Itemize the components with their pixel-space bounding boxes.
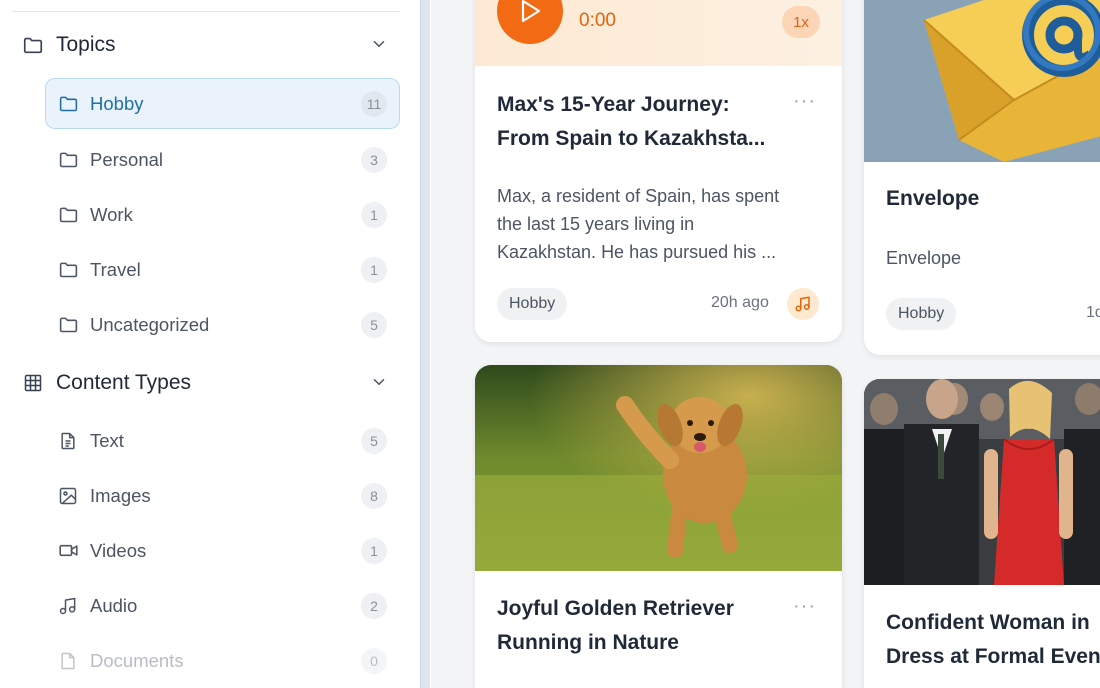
sidebar-item-label: Work [90,203,133,225]
sidebar-item-label: Uncategorized [90,313,210,335]
sidebar-item-label: Videos [90,539,147,561]
sidebar-item-label: Audio [90,594,138,616]
card-title: Confident Woman in Dress at Formal Even [886,606,1100,674]
topics-section-header[interactable]: Topics [22,25,400,65]
chevron-down-icon[interactable] [370,35,388,53]
card-title-line: Max's 15-Year Journey: [497,93,730,116]
card-description: Max, a resident of Spain, has spent the … [497,182,827,266]
document-text-icon [57,430,79,452]
folder-icon [57,204,79,226]
sidebar-item-videos[interactable]: Videos 1 [45,525,400,576]
folder-icon [57,314,79,336]
topics-label: Topics [56,33,116,56]
content-grid: 0:00 1x Max's 15-Year Journey: From Spai… [431,0,1100,688]
sidebar-item-label: Personal [90,148,164,170]
audio-card[interactable]: 0:00 1x Max's 15-Year Journey: From Spai… [475,0,842,342]
sidebar-item-text[interactable]: Text 5 [45,415,400,466]
image-card-woman[interactable]: Confident Woman in Dress at Formal Even [864,379,1100,688]
image-card-dog[interactable]: Joyful Golden Retriever Running in Natur… [475,365,842,688]
sidebar-item-audio[interactable]: Audio 2 [45,580,400,631]
sidebar-item-label: Travel [90,258,141,280]
image-card-envelope[interactable]: Envelope Envelope Hobby 1d [864,0,1100,355]
sidebar-item-label: Text [90,429,124,451]
count-badge: 3 [361,147,387,173]
sidebar-item-label: Documents [90,649,184,671]
audio-player: 0:00 1x [475,0,842,66]
count-badge: 1 [361,538,387,564]
envelope-image [864,0,1100,162]
sidebar: Topics Hobby 11 Personal 3 Work 1 Travel… [0,0,420,688]
sidebar-item-label: Images [90,484,151,506]
card-title: Joyful Golden Retriever Running in Natur… [497,592,787,660]
sidebar-item-hobby[interactable]: Hobby 11 [45,78,400,129]
timestamp: 20h ago [711,294,769,311]
sidebar-item-personal[interactable]: Personal 3 [45,134,400,185]
count-badge: 1 [361,202,387,228]
more-options-button[interactable]: ··· [793,595,816,618]
card-desc-line: the last 15 years living in [497,214,695,234]
image-icon [57,485,79,507]
count-badge: 8 [361,483,387,509]
card-title-line: Joyful Golden Retriever [497,597,734,620]
video-icon [57,540,79,562]
audio-time: 0:00 [579,10,616,31]
content-types-label: Content Types [56,371,192,394]
sidebar-divider [12,11,400,12]
card-title: Max's 15-Year Journey: From Spain to Kaz… [497,88,787,156]
music-note-icon [787,288,819,320]
sidebar-item-images[interactable]: Images 8 [45,470,400,521]
folder-icon [22,34,44,56]
card-title-line: Confident Woman in [886,611,1090,634]
golden-retriever-image [475,365,842,571]
grid-icon [22,372,44,394]
topic-tag[interactable]: Hobby [497,288,568,320]
sidebar-item-label: Hobby [90,92,144,114]
card-desc-line: Kazakhstan. He has pursued his ... [497,242,777,262]
folder-icon [57,259,79,281]
count-badge: 2 [361,593,387,619]
resize-handle[interactable] [420,0,430,688]
count-badge: 0 [361,648,387,674]
document-icon [57,650,79,672]
folder-icon [57,149,79,171]
count-badge: 1 [361,257,387,283]
woman-red-dress-image [864,379,1100,585]
count-badge: 11 [361,91,387,117]
play-button[interactable] [497,0,563,44]
sidebar-item-documents[interactable]: Documents 0 [45,635,400,686]
music-note-icon [57,595,79,617]
content-types-section-header[interactable]: Content Types [22,363,400,403]
chevron-down-icon[interactable] [370,373,388,391]
sidebar-item-uncategorized[interactable]: Uncategorized 5 [45,299,400,350]
topic-tag[interactable]: Hobby [886,298,957,330]
more-options-button[interactable]: ··· [793,90,816,113]
card-title: Envelope [886,187,980,210]
playback-speed-button[interactable]: 1x [782,6,820,38]
card-description: Envelope [886,248,962,268]
folder-icon [57,93,79,115]
play-icon [521,0,541,23]
count-badge: 5 [361,428,387,454]
card-title-line: Dress at Formal Even [886,645,1100,668]
card-desc-line: Max, a resident of Spain, has spent [497,186,780,206]
card-title-line: Running in Nature [497,631,679,654]
sidebar-item-work[interactable]: Work 1 [45,189,400,240]
count-badge: 5 [361,312,387,338]
card-title-line: From Spain to Kazakhsta... [497,127,766,150]
sidebar-item-travel[interactable]: Travel 1 [45,244,400,295]
timestamp: 1d [1086,304,1100,321]
